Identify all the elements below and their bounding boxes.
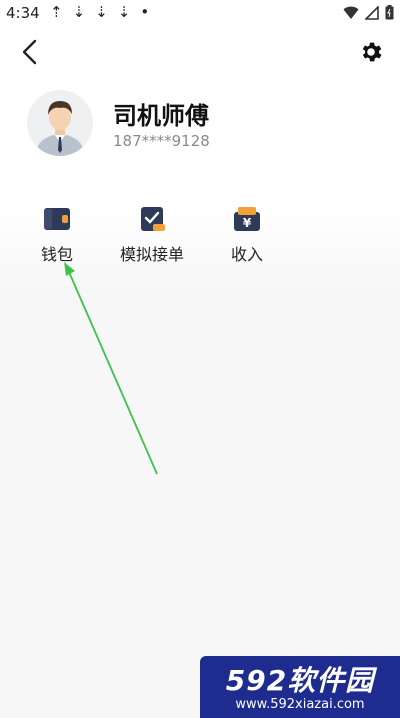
watermark-url: www.592xiazai.com xyxy=(235,697,365,712)
watermark: 592软件园 www.592xiazai.com xyxy=(200,656,400,718)
watermark-brand: 592软件园 xyxy=(225,664,375,697)
screen: 4:34 ⇡ ⇣ ⇣ ⇣ • 司机师傅 187****9128 钱包 模拟接单 … xyxy=(0,0,400,718)
annotation-arrow xyxy=(64,262,158,475)
